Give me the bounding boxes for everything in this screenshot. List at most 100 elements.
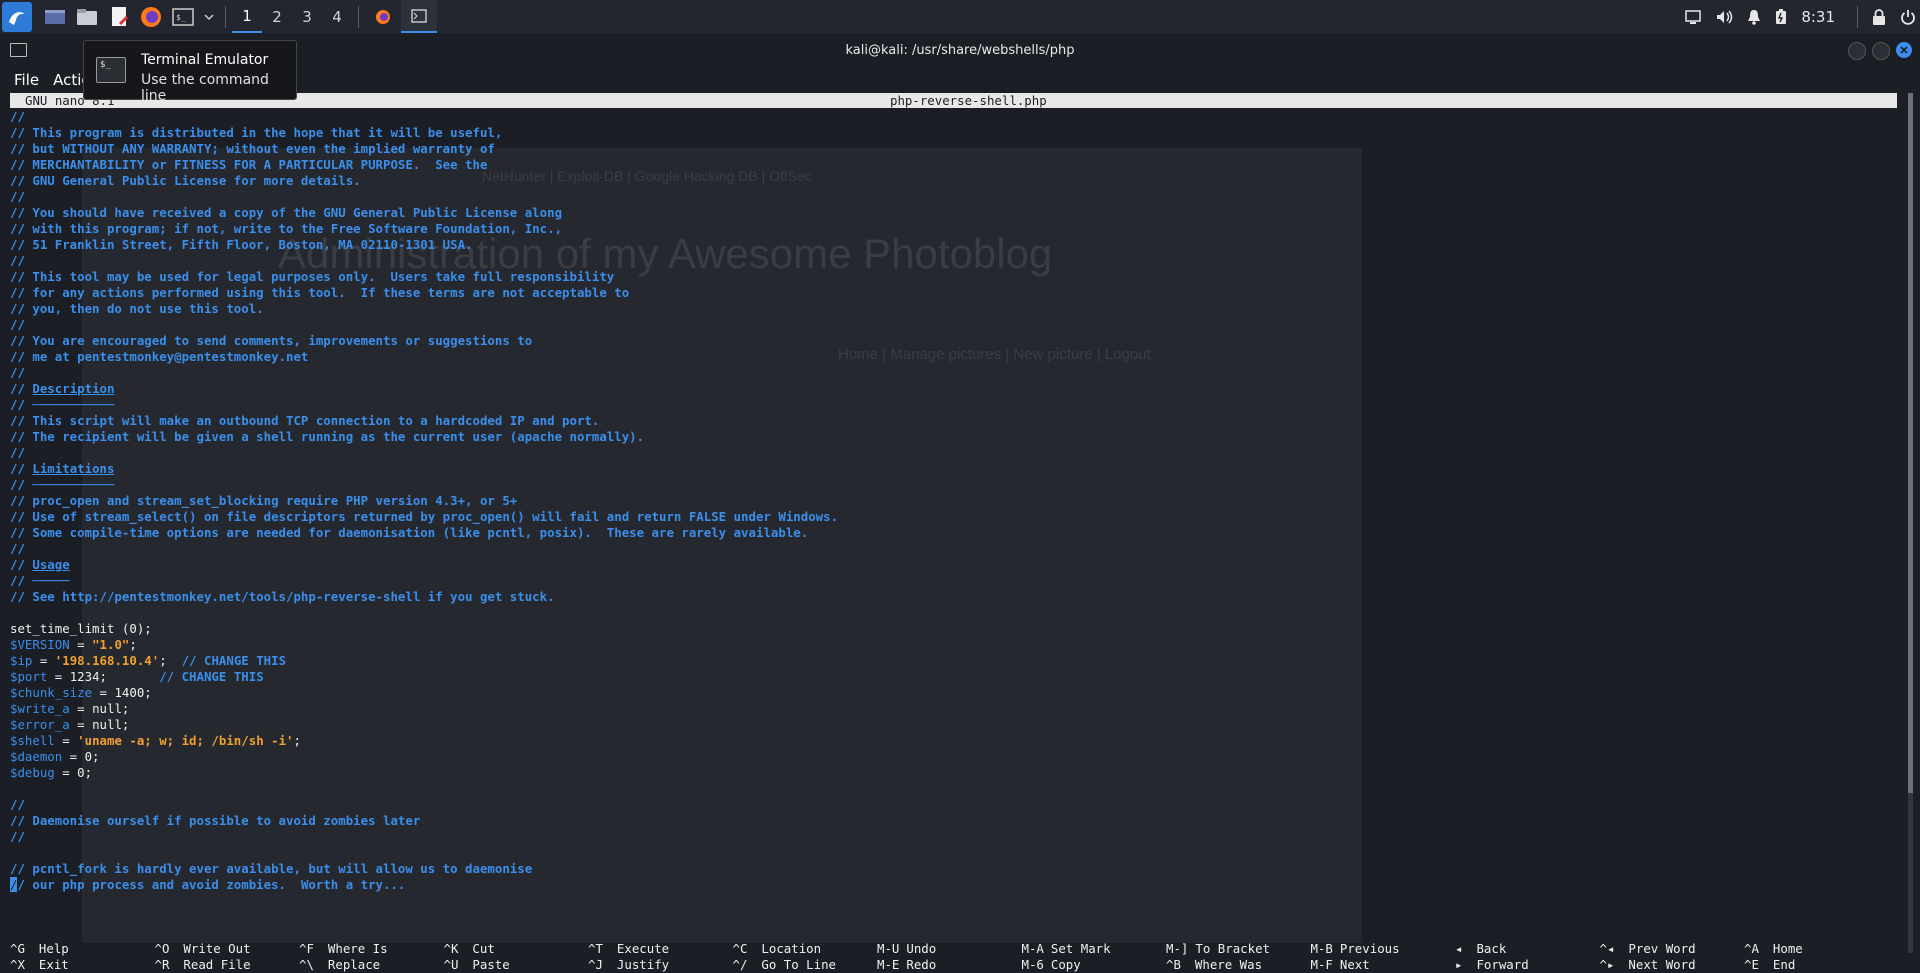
- notifications-icon[interactable]: [1747, 9, 1761, 25]
- code-buffer[interactable]: //// This program is distributed in the …: [10, 109, 838, 893]
- window-menu-icon[interactable]: [10, 43, 27, 57]
- terminal-window: NetHunter | Exploit-DB | Google Hacking …: [0, 33, 1920, 972]
- terminal-launcher-icon[interactable]: $_: [170, 4, 196, 30]
- code-token: ;: [293, 733, 301, 748]
- scrollbar-thumb[interactable]: [1908, 93, 1913, 793]
- shortcut-item[interactable]: ^\ Replace: [299, 957, 444, 973]
- shortcut-key: M-B: [1310, 941, 1333, 956]
- maximize-button[interactable]: [1872, 42, 1890, 60]
- code-line: // but WITHOUT ANY WARRANTY; without eve…: [10, 141, 838, 157]
- code-token: //: [10, 573, 33, 588]
- code-line: // Daemonise ourself if possible to avoi…: [10, 813, 838, 829]
- power-icon[interactable]: [1900, 9, 1916, 25]
- menu-file[interactable]: File: [14, 71, 39, 89]
- shortcut-key: ^F: [299, 941, 314, 956]
- battery-icon[interactable]: [1775, 8, 1787, 25]
- shortcut-item[interactable]: M-E Redo: [877, 957, 1022, 973]
- code-token: = null;: [69, 701, 130, 716]
- shortcut-item[interactable]: ^◂ Prev Word: [1600, 941, 1745, 957]
- shortcut-label: Write Out: [183, 941, 251, 956]
- shortcut-item[interactable]: M-A Set Mark: [1022, 941, 1167, 957]
- code-line: // pcntl_fork is hardly ever available, …: [10, 861, 838, 877]
- minimize-button[interactable]: [1848, 42, 1866, 60]
- code-line: $write_a = null;: [10, 701, 838, 717]
- code-line: //: [10, 365, 838, 381]
- shortcut-item[interactable]: ^O Write Out: [155, 941, 300, 957]
- code-line: $port = 1234; // CHANGE THIS: [10, 669, 838, 685]
- code-token: $daemon: [10, 749, 63, 764]
- code-token: / our php process and avoid zombies. Wor…: [17, 877, 406, 892]
- chevron-down-icon[interactable]: [202, 4, 216, 30]
- shortcut-item[interactable]: ^X Exit: [10, 957, 155, 973]
- clock[interactable]: 8:31: [1801, 8, 1835, 26]
- shortcut-item[interactable]: ◂ Back: [1455, 941, 1600, 957]
- shortcut-item[interactable]: M-F Next: [1311, 957, 1456, 973]
- shortcut-item[interactable]: M-U Undo: [877, 941, 1022, 957]
- shortcut-item[interactable]: ^/Go To Line: [733, 957, 878, 973]
- code-line: $daemon = 0;: [10, 749, 838, 765]
- panel-separator: [358, 5, 359, 28]
- scrollbar[interactable]: [1908, 93, 1913, 953]
- shortcut-item[interactable]: ^E End: [1744, 957, 1889, 973]
- workspace-1[interactable]: 1: [232, 0, 262, 33]
- workspace-4[interactable]: 4: [322, 0, 352, 33]
- panel-separator: [225, 5, 226, 28]
- code-line: //: [10, 797, 838, 813]
- shortcut-item[interactable]: ^C Location: [733, 941, 878, 957]
- shortcut-item[interactable]: ^T Execute: [588, 941, 733, 957]
- shortcut-item[interactable]: ^F Where Is: [299, 941, 444, 957]
- nano-editor[interactable]: GNU nano 8.1 php-reverse-shell.php //// …: [0, 93, 1910, 972]
- text-editor-icon[interactable]: [106, 4, 132, 30]
- shortcut-label: Execute: [616, 941, 670, 956]
- shortcut-item[interactable]: ^A Home: [1744, 941, 1889, 957]
- close-button[interactable]: [1896, 42, 1912, 58]
- shortcut-item[interactable]: ^K Cut: [444, 941, 589, 957]
- show-desktop-icon[interactable]: [42, 4, 68, 30]
- file-manager-icon[interactable]: [74, 4, 100, 30]
- shortcut-key: M-]: [1166, 941, 1189, 956]
- code-token: "1.0": [92, 637, 130, 652]
- display-icon[interactable]: [1685, 9, 1702, 24]
- shortcut-key: M-U: [877, 941, 900, 956]
- shortcut-label: Where Is: [327, 941, 388, 956]
- code-token: //: [10, 253, 25, 268]
- lock-icon[interactable]: [1872, 8, 1886, 25]
- code-token: // This program is distributed in the ho…: [10, 125, 503, 140]
- kali-menu-icon[interactable]: [2, 1, 32, 32]
- taskbar-terminal[interactable]: [401, 0, 437, 33]
- shortcut-item[interactable]: ▸ Forward: [1455, 957, 1600, 973]
- shortcut-item[interactable]: ^U Paste: [444, 957, 589, 973]
- shortcut-item[interactable]: M-] To Bracket: [1166, 941, 1311, 957]
- shortcut-item[interactable]: ^R Read File: [155, 957, 300, 973]
- code-token: = 1400;: [92, 685, 152, 700]
- shortcut-item[interactable]: ^B Where Was: [1166, 957, 1311, 973]
- code-line: //: [10, 109, 838, 125]
- code-token: // pcntl_fork is hardly ever available, …: [10, 861, 533, 876]
- code-line: // You are encouraged to send comments, …: [10, 333, 838, 349]
- code-token: set_time_limit (0);: [10, 621, 152, 636]
- code-line: // me at pentestmonkey@pentestmonkey.net: [10, 349, 838, 365]
- window-title: kali@kali: /usr/share/webshells/php: [845, 42, 1075, 58]
- volume-icon[interactable]: [1715, 9, 1733, 25]
- code-token: //: [10, 365, 25, 380]
- code-token: Usage: [32, 557, 70, 572]
- shortcut-item[interactable]: ^G Help: [10, 941, 155, 957]
- code-token: ───────────: [32, 397, 115, 412]
- code-line: // with this program; if not, write to t…: [10, 221, 838, 237]
- shortcut-item[interactable]: ^J Justify: [588, 957, 733, 973]
- shortcut-key: ^K: [443, 941, 459, 956]
- shortcut-item[interactable]: M-6 Copy: [1022, 957, 1167, 973]
- code-token: // This script will make an outbound TCP…: [10, 413, 600, 428]
- code-line: // MERCHANTABILITY or FITNESS FOR A PART…: [10, 157, 838, 173]
- taskbar-firefox[interactable]: [365, 0, 401, 33]
- code-token: =: [54, 733, 78, 748]
- workspace-3[interactable]: 3: [292, 0, 322, 33]
- firefox-icon[interactable]: [138, 4, 164, 30]
- shortcut-item[interactable]: M-B Previous: [1311, 941, 1456, 957]
- firefox-icon: [376, 9, 390, 24]
- code-token: // The recipient will be given a shell r…: [10, 429, 645, 444]
- shortcut-item[interactable]: ^▸ Next Word: [1600, 957, 1745, 973]
- workspace-2[interactable]: 2: [262, 0, 292, 33]
